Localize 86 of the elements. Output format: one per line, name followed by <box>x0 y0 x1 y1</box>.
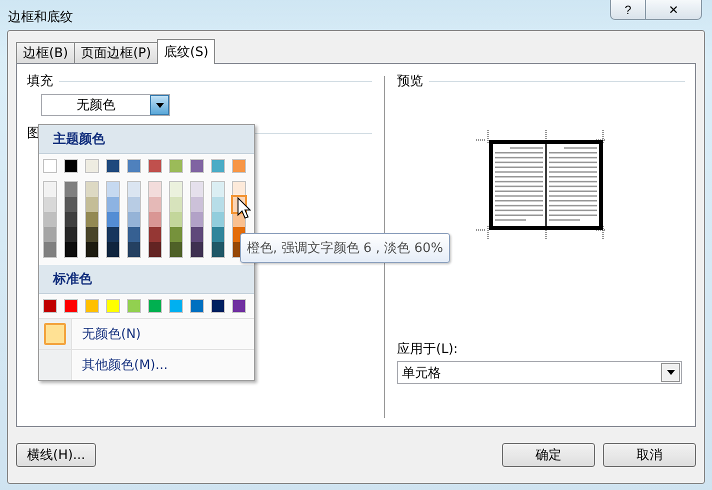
tooltip: 橙色, 强调文字颜色 6 , 淡色 60% <box>240 233 450 263</box>
color-swatch[interactable] <box>191 227 203 242</box>
no-color-icon <box>44 323 66 345</box>
color-swatch[interactable] <box>86 212 98 227</box>
color-swatch[interactable] <box>44 182 56 197</box>
color-swatch[interactable] <box>191 212 203 227</box>
color-swatch[interactable] <box>212 242 224 257</box>
cancel-button[interactable]: 取消 <box>603 443 696 467</box>
color-swatch[interactable] <box>127 299 141 313</box>
color-swatch[interactable] <box>170 182 182 197</box>
color-swatch[interactable] <box>191 197 203 212</box>
tab[interactable]: 边框(B) <box>16 42 76 63</box>
menu-heading: 主题颜色 <box>39 125 254 154</box>
color-swatch[interactable] <box>169 159 183 173</box>
window-title: 边框和底纹 <box>8 9 73 26</box>
color-swatch[interactable] <box>44 197 56 212</box>
color-swatch[interactable] <box>44 227 56 242</box>
menu-item[interactable]: 无颜色(N) <box>39 318 254 349</box>
color-swatch[interactable] <box>148 159 162 173</box>
color-swatch[interactable] <box>44 212 56 227</box>
color-swatch[interactable] <box>232 299 246 313</box>
color-swatch[interactable] <box>212 212 224 227</box>
color-swatch[interactable] <box>65 242 77 257</box>
color-swatch[interactable] <box>191 242 203 257</box>
color-swatch[interactable] <box>128 212 140 227</box>
tab[interactable]: 底纹(S) <box>157 39 216 64</box>
color-swatch[interactable] <box>128 182 140 197</box>
color-swatch[interactable] <box>107 197 119 212</box>
color-swatch[interactable] <box>191 182 203 197</box>
color-swatch[interactable] <box>65 227 77 242</box>
help-button[interactable]: ? <box>610 0 646 20</box>
section-label: 预览 <box>397 73 423 90</box>
mouse-cursor-icon <box>237 197 251 219</box>
color-swatch[interactable] <box>85 159 99 173</box>
color-swatch[interactable] <box>65 197 77 212</box>
color-swatch[interactable] <box>107 212 119 227</box>
apply-to-dropdown[interactable]: 单元格 <box>397 361 682 384</box>
color-swatch[interactable] <box>170 242 182 257</box>
close-button[interactable]: ✕ <box>646 0 702 20</box>
color-swatch[interactable] <box>86 227 98 242</box>
color-swatch[interactable] <box>85 299 99 313</box>
color-swatch[interactable] <box>43 159 57 173</box>
tab[interactable]: 页面边框(P) <box>74 42 158 63</box>
color-swatch[interactable] <box>86 182 98 197</box>
color-swatch[interactable] <box>86 197 98 212</box>
color-swatch[interactable] <box>149 242 161 257</box>
color-swatch[interactable] <box>65 212 77 227</box>
color-swatch[interactable] <box>211 159 225 173</box>
color-swatch[interactable] <box>127 159 141 173</box>
color-swatch[interactable] <box>107 242 119 257</box>
color-swatch[interactable] <box>170 197 182 212</box>
color-swatch[interactable] <box>44 242 56 257</box>
menu-heading: 标准色 <box>39 265 254 294</box>
color-swatch[interactable] <box>128 197 140 212</box>
color-swatch[interactable] <box>107 182 119 197</box>
color-swatch[interactable] <box>169 299 183 313</box>
color-swatch[interactable] <box>86 242 98 257</box>
color-swatch[interactable] <box>170 227 182 242</box>
color-swatch[interactable] <box>106 159 120 173</box>
color-swatch[interactable] <box>149 182 161 197</box>
color-swatch[interactable] <box>65 182 77 197</box>
color-swatch[interactable] <box>149 212 161 227</box>
color-swatch[interactable] <box>107 227 119 242</box>
color-swatch[interactable] <box>212 182 224 197</box>
color-swatch[interactable] <box>106 299 120 313</box>
apply-to-label: 应用于(L): <box>397 341 459 358</box>
color-swatch[interactable] <box>148 299 162 313</box>
color-swatch[interactable] <box>64 159 78 173</box>
color-swatch[interactable] <box>190 159 204 173</box>
horizontal-line-button[interactable]: 横线(H)... <box>16 443 96 467</box>
color-swatch[interactable] <box>211 299 225 313</box>
color-swatch[interactable] <box>128 227 140 242</box>
menu-item[interactable]: 其他颜色(M)... <box>39 349 254 380</box>
color-swatch[interactable] <box>232 159 246 173</box>
color-swatch[interactable] <box>212 227 224 242</box>
color-swatch[interactable] <box>149 227 161 242</box>
color-swatch[interactable] <box>212 197 224 212</box>
color-swatch[interactable] <box>170 212 182 227</box>
section-label: 填充 <box>27 73 53 90</box>
ok-button[interactable]: 确定 <box>502 443 595 467</box>
fill-dropdown[interactable]: 无颜色 <box>41 94 170 116</box>
color-swatch[interactable] <box>190 299 204 313</box>
color-swatch[interactable] <box>64 299 78 313</box>
color-swatch[interactable] <box>128 242 140 257</box>
color-swatch[interactable] <box>43 299 57 313</box>
color-swatch[interactable] <box>149 197 161 212</box>
